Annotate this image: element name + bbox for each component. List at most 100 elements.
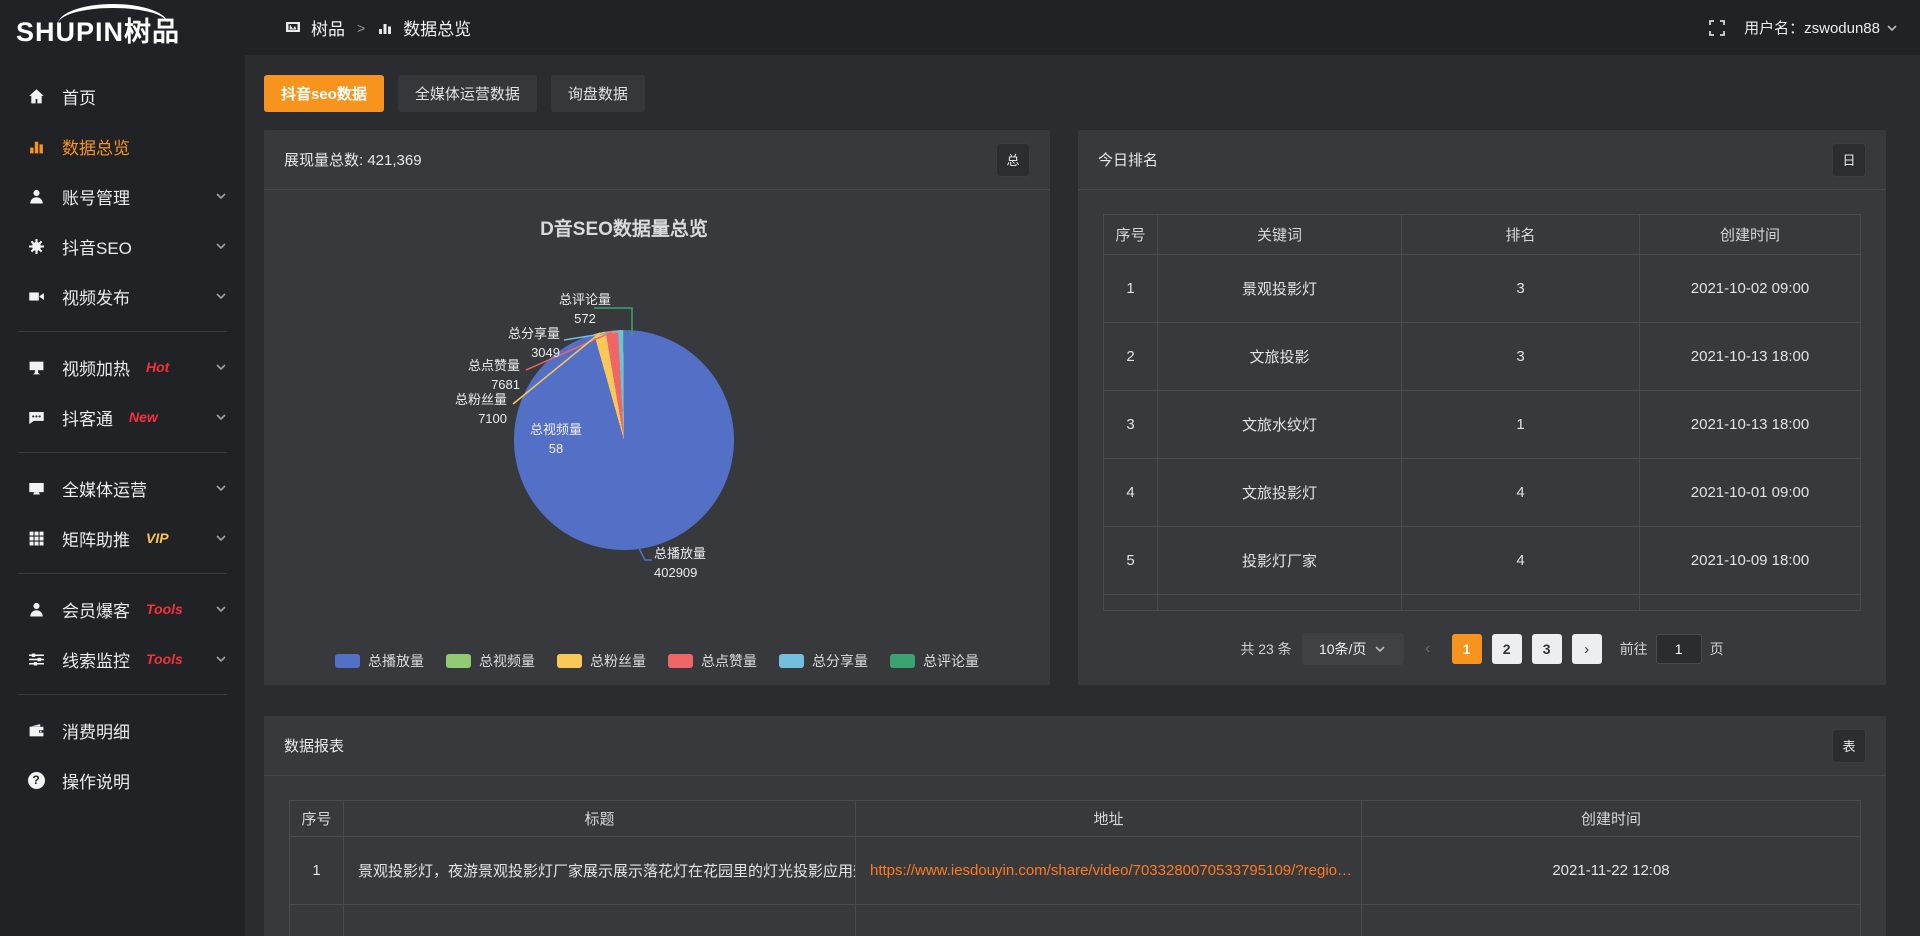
legend-label: 总视频量 [479, 651, 535, 671]
tab-询盘数据[interactable]: 询盘数据 [551, 75, 645, 112]
sidebar-item-视频加热[interactable]: 视频加热Hot [0, 342, 245, 392]
legend-item-总分享量[interactable]: 总分享量 [779, 651, 868, 671]
legend-item-总评论量[interactable]: 总评论量 [890, 651, 979, 671]
table-cell-empty [1104, 595, 1158, 611]
table-cell-empty [290, 905, 344, 936]
report-title: 数据报表 [284, 735, 344, 756]
wallet-icon [26, 722, 46, 739]
table-cell-empty [856, 905, 1362, 936]
next-page-button[interactable]: › [1572, 634, 1602, 664]
table-header-row: 序号关键词排名创建时间 [1104, 215, 1861, 255]
sidebar-item-会员爆客[interactable]: 会员爆客Tools [0, 584, 245, 634]
table-row[interactable]: 4文旅投影灯42021-10-01 09:00 [1104, 459, 1861, 527]
heat-icon [26, 359, 46, 376]
table-badge-button[interactable]: 表 [1832, 729, 1866, 763]
topbar: 树品 > 数据总览 用户名：zswodun88 [245, 0, 1920, 55]
report-url-link[interactable]: https://www.iesdouyin.com/share/video/70… [856, 837, 1362, 905]
sidebar-item-抖客通[interactable]: 抖客通New [0, 392, 245, 442]
table-cell: 2021-11-22 12:08 [1362, 837, 1861, 905]
legend-label: 总粉丝量 [590, 651, 646, 671]
table-cell: 4 [1402, 527, 1640, 595]
legend-swatch [557, 654, 582, 668]
table-cell: 4 [1402, 459, 1640, 527]
table-cell: 3 [1104, 391, 1158, 459]
sidebar-item-label: 全媒体运营 [62, 476, 147, 501]
goto-page-input[interactable] [1656, 634, 1702, 664]
legend-item-总点赞量[interactable]: 总点赞量 [668, 651, 757, 671]
sidebar-item-视频发布[interactable]: 视频发布 [0, 271, 245, 321]
chevron-down-icon [1374, 643, 1386, 655]
column-header: 地址 [856, 801, 1362, 837]
table-cell: 1 [1402, 391, 1640, 459]
table-row[interactable]: 3文旅水纹灯12021-10-13 18:00 [1104, 391, 1861, 459]
page-size-value: 10条/页 [1319, 639, 1366, 659]
legend-label: 总评论量 [923, 651, 979, 671]
sidebar-item-线索监控[interactable]: 线索监控 Tools [0, 634, 245, 684]
video-icon [26, 288, 46, 305]
grid-icon [26, 530, 46, 547]
legend-item-总视频量[interactable]: 总视频量 [446, 651, 535, 671]
sidebar-divider [18, 331, 227, 332]
table-cell-empty [344, 905, 856, 936]
page-button-3[interactable]: 3 [1532, 634, 1562, 664]
page-size-select[interactable]: 10条/页 [1302, 633, 1404, 665]
sidebar-item-badge: Hot [146, 359, 169, 375]
table-cell: 2021-10-13 18:00 [1640, 323, 1861, 391]
sidebar-item-badge: Tools [146, 651, 183, 667]
table-cell: 文旅投影 [1158, 323, 1402, 391]
monitor-icon [26, 480, 46, 497]
breadcrumb-root[interactable]: 树品 [311, 15, 345, 40]
sidebar-item-首页[interactable]: 首页 [0, 71, 245, 121]
pagination: 共 23 条10条/页‹123›前往页 [1078, 633, 1886, 665]
table-row[interactable]: 1景观投影灯，夜游景观投影灯厂家展示展示落花灯在花园里的灯光投影应用效果 #ht… [290, 837, 1861, 905]
chat-icon [26, 409, 46, 426]
legend-item-总粉丝量[interactable]: 总粉丝量 [557, 651, 646, 671]
sidebar-item-label: 线索监控 [62, 647, 130, 672]
report-panel: 数据报表 表 序号标题地址创建时间1景观投影灯，夜游景观投影灯厂家展示展示落花灯… [264, 716, 1886, 936]
chevron-down-icon [215, 411, 227, 423]
tab-全媒体运营数据[interactable]: 全媒体运营数据 [398, 75, 537, 112]
report-table: 序号标题地址创建时间1景观投影灯，夜游景观投影灯厂家展示展示落花灯在花园里的灯光… [289, 800, 1861, 936]
total-badge-button[interactable]: 总 [996, 143, 1030, 177]
sidebar-divider [18, 694, 227, 695]
page-button-2[interactable]: 2 [1492, 634, 1522, 664]
report-panel-header: 数据报表 表 [264, 716, 1886, 776]
prev-page-button[interactable]: ‹ [1414, 635, 1442, 663]
chart-icon [26, 138, 46, 155]
sidebar-item-矩阵助推[interactable]: 矩阵助推VIP [0, 513, 245, 563]
sidebar-item-label: 会员爆客 [62, 597, 130, 622]
app-root: SHUPIN树品 首页数据总览账号管理抖音SEO视频发布视频加热Hot抖客通Ne… [0, 0, 1920, 936]
column-header: 序号 [1104, 215, 1158, 255]
ranking-panel: 今日排名 日 序号关键词排名创建时间1景观投影灯32021-10-02 09:0… [1078, 130, 1886, 685]
chevron-down-icon [215, 482, 227, 494]
column-header: 排名 [1402, 215, 1640, 255]
sidebar-item-操作说明[interactable]: ?操作说明 [0, 755, 245, 805]
sidebar-item-抖音SEO[interactable]: 抖音SEO [0, 221, 245, 271]
day-badge-button[interactable]: 日 [1832, 143, 1866, 177]
main-content: 抖音seo数据全媒体运营数据询盘数据 展现量总数: 421,369 总 D音SE… [245, 55, 1920, 936]
question-icon: ? [26, 772, 46, 789]
sidebar-item-消费明细[interactable]: 消费明细 [0, 705, 245, 755]
chevron-down-icon [215, 532, 227, 544]
sidebar-item-label: 视频发布 [62, 284, 130, 309]
goto-label: 前往 [1620, 639, 1648, 659]
table-row[interactable]: 2文旅投影32021-10-13 18:00 [1104, 323, 1861, 391]
sidebar-item-账号管理[interactable]: 账号管理 [0, 171, 245, 221]
page-button-1[interactable]: 1 [1452, 634, 1482, 664]
tab-抖音seo数据[interactable]: 抖音seo数据 [264, 75, 384, 112]
sidebar-item-全媒体运营[interactable]: 全媒体运营 [0, 463, 245, 513]
legend-swatch [890, 654, 915, 668]
table-cell: 4 [1104, 459, 1158, 527]
legend-label: 总点赞量 [701, 651, 757, 671]
table-row[interactable]: 1景观投影灯32021-10-02 09:00 [1104, 255, 1861, 323]
brand-logo: SHUPIN树品 [0, 0, 245, 49]
breadcrumb-current: 数据总览 [403, 15, 471, 40]
sidebar-item-数据总览[interactable]: 数据总览 [0, 121, 245, 171]
legend-label: 总播放量 [368, 651, 424, 671]
legend-item-总播放量[interactable]: 总播放量 [335, 651, 424, 671]
chevron-down-icon [215, 603, 227, 615]
fullscreen-icon[interactable] [1708, 19, 1726, 37]
user-menu[interactable]: 用户名：zswodun88 [1744, 17, 1898, 38]
home-icon [26, 88, 46, 105]
table-row[interactable]: 5投影灯厂家42021-10-09 18:00 [1104, 527, 1861, 595]
